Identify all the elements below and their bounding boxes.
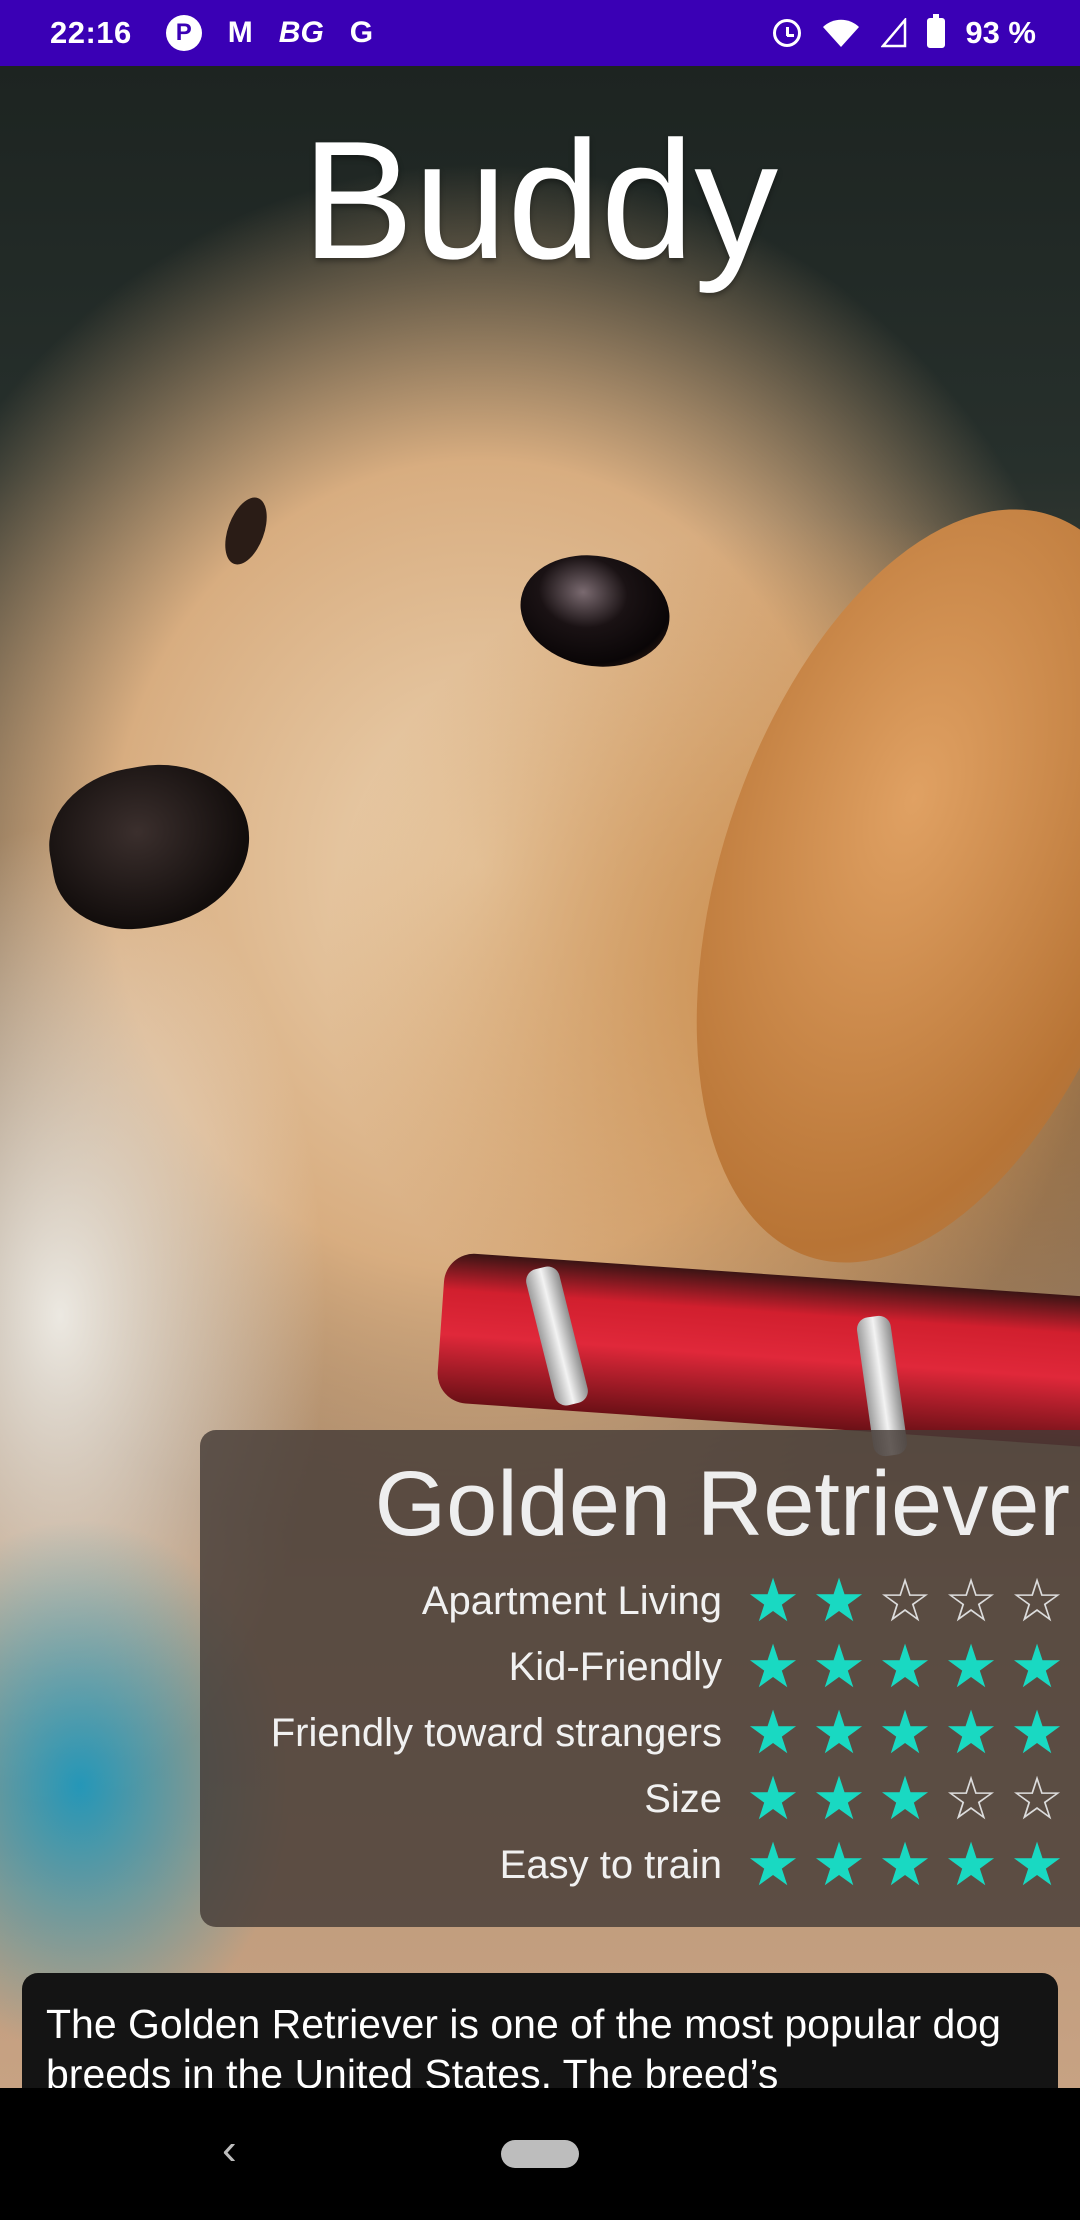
star-filled-icon: ★ bbox=[1010, 1699, 1064, 1766]
star-filled-icon: ★ bbox=[746, 1765, 800, 1832]
dog-nose bbox=[37, 749, 263, 943]
star-filled-icon: ★ bbox=[944, 1633, 998, 1700]
trait-label: Size bbox=[644, 1776, 722, 1821]
star-filled-icon: ★ bbox=[812, 1765, 866, 1832]
navigation-bar: ‹ bbox=[0, 2088, 1080, 2220]
star-filled-icon: ★ bbox=[878, 1633, 932, 1700]
alarm-icon bbox=[773, 19, 802, 47]
star-filled-icon: ★ bbox=[746, 1831, 800, 1898]
trait-label: Easy to train bbox=[499, 1842, 722, 1887]
star-filled-icon: ★ bbox=[878, 1831, 932, 1898]
wifi-icon bbox=[823, 19, 860, 47]
battery-level: 93 % bbox=[965, 15, 1036, 50]
dog-ear bbox=[609, 450, 1080, 1322]
star-filled-icon: ★ bbox=[878, 1699, 932, 1766]
star-empty-icon: ☆ bbox=[1010, 1567, 1064, 1634]
breed-card: Golden Retriever Apartment Living ★ ★ ☆ ☆ ☆ Ki… bbox=[200, 1430, 1080, 1927]
breed-name: Golden Retriever bbox=[374, 1453, 1070, 1555]
star-rating: ★ ★ ★ ☆ ☆ bbox=[740, 1769, 1070, 1829]
star-rating: ★ ★ ★ ★ ★ bbox=[740, 1637, 1070, 1697]
status-time: 22:16 bbox=[50, 15, 132, 50]
trait-row: Kid-Friendly ★ ★ ★ ★ ★ bbox=[200, 1634, 1070, 1700]
star-filled-icon: ★ bbox=[746, 1633, 800, 1700]
star-rating: ★ ★ ★ ★ ★ bbox=[740, 1835, 1070, 1895]
star-filled-icon: ★ bbox=[944, 1699, 998, 1766]
signal-icon bbox=[881, 18, 907, 48]
google-notification-icon: G bbox=[349, 16, 374, 49]
app-notification-icon: P bbox=[165, 15, 202, 51]
dog-eye-right bbox=[511, 543, 679, 679]
trait-row: Easy to train ★ ★ ★ ★ ★ bbox=[200, 1832, 1070, 1898]
star-empty-icon: ☆ bbox=[944, 1567, 998, 1634]
star-empty-icon: ☆ bbox=[878, 1567, 932, 1634]
star-rating: ★ ★ ☆ ☆ ☆ bbox=[740, 1571, 1070, 1631]
star-filled-icon: ★ bbox=[812, 1831, 866, 1898]
star-filled-icon: ★ bbox=[746, 1567, 800, 1634]
dog-name-title: Buddy bbox=[301, 106, 779, 294]
home-pill-icon[interactable] bbox=[501, 2140, 579, 2168]
star-filled-icon: ★ bbox=[878, 1765, 932, 1832]
star-filled-icon: ★ bbox=[812, 1633, 866, 1700]
star-filled-icon: ★ bbox=[812, 1567, 866, 1634]
trait-label: Friendly toward strangers bbox=[270, 1710, 722, 1755]
star-filled-icon: ★ bbox=[944, 1831, 998, 1898]
dog-eye-left bbox=[217, 491, 275, 571]
star-filled-icon: ★ bbox=[1010, 1831, 1064, 1898]
star-filled-icon: ★ bbox=[746, 1699, 800, 1766]
battery-icon bbox=[927, 14, 946, 48]
star-empty-icon: ☆ bbox=[944, 1765, 998, 1832]
star-filled-icon: ★ bbox=[812, 1699, 866, 1766]
star-empty-icon: ☆ bbox=[1010, 1765, 1064, 1832]
description-text: The Golden Retriever is one of the most … bbox=[46, 2001, 1001, 2097]
trait-label: Kid-Friendly bbox=[508, 1644, 722, 1689]
bg-notification-icon: BG bbox=[278, 16, 324, 49]
gmail-notification-icon: M bbox=[227, 16, 253, 49]
trait-row: Friendly toward strangers ★ ★ ★ ★ ★ bbox=[200, 1700, 1070, 1766]
star-filled-icon: ★ bbox=[1010, 1633, 1064, 1700]
star-rating: ★ ★ ★ ★ ★ bbox=[740, 1703, 1070, 1763]
trait-label: Apartment Living bbox=[421, 1578, 722, 1623]
back-chevron-icon[interactable]: ‹ bbox=[222, 2128, 237, 2172]
trait-row: Size ★ ★ ★ ☆ ☆ bbox=[200, 1766, 1070, 1832]
trait-list: Apartment Living ★ ★ ☆ ☆ ☆ Kid-Friendly ★ ★ ★ ★ ★ Fr… bbox=[200, 1568, 1070, 1898]
status-bar: 22:16 P M BG G 93 % bbox=[0, 0, 1080, 66]
trait-row: Apartment Living ★ ★ ☆ ☆ ☆ bbox=[200, 1568, 1070, 1634]
